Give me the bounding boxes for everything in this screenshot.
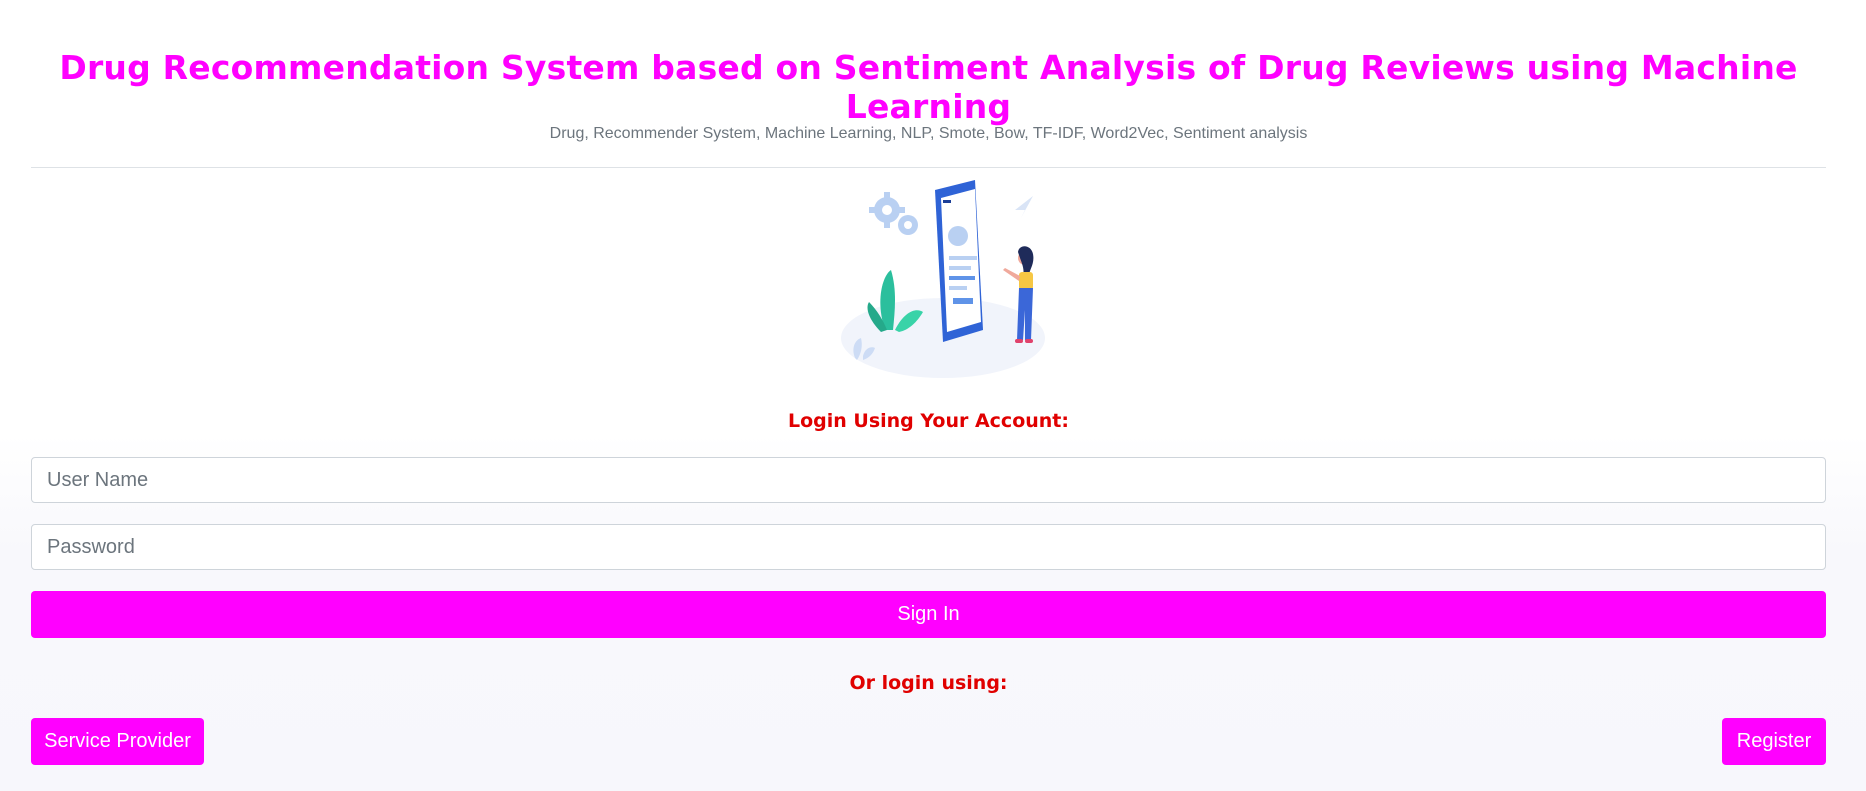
page-title: Drug Recommendation System based on Sent… [59,48,1798,126]
header-divider [31,167,1826,168]
keywords-subtitle: Drug, Recommender System, Machine Learni… [549,125,1308,142]
service-provider-button[interactable]: Service Provider [31,718,204,765]
username-input[interactable] [31,457,1826,503]
login-heading: Login Using Your Account: [787,410,1069,432]
person-with-phone-illustration [841,180,1045,378]
register-button[interactable]: Register [1722,718,1826,765]
sign-in-button[interactable]: Sign In [31,591,1826,638]
alt-login-heading: Or login using: [849,672,1008,694]
password-input[interactable] [31,524,1826,570]
